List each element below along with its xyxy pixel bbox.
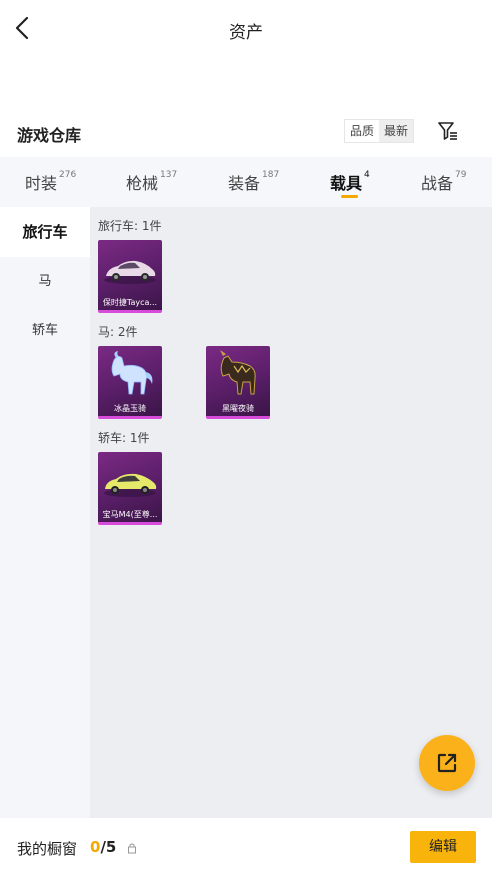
showcase-label: 我的橱窗	[17, 840, 78, 858]
top-bar: 资产	[0, 0, 492, 58]
bmw-m4-image	[104, 473, 157, 497]
tab-count: 4	[364, 170, 370, 180]
sidebar-item-horse[interactable]: 马	[0, 257, 90, 307]
sidebar-item-rv[interactable]: 旅行车	[0, 207, 90, 257]
item-card[interactable]: 黑曜夜骑	[206, 346, 270, 419]
ice-horse-image	[111, 351, 153, 395]
tab-label: 战备	[421, 174, 454, 193]
showcase-bar: 我的橱窗 0/5 编辑	[0, 818, 492, 876]
filter-icon	[438, 122, 457, 140]
tab-label: 装备	[228, 174, 261, 193]
external-link-icon	[437, 753, 457, 773]
warehouse-header: 游戏仓库 品质 最新	[0, 116, 492, 152]
showcase-count: 0/5	[90, 838, 116, 856]
vehicle-list: 旅行车: 1件 保时捷Tayca... 马: 2件 冰晶玉骑 黑曜夜骑 轿车: …	[90, 207, 492, 818]
group-label-sedan: 轿车: 1件	[98, 431, 150, 445]
tab-count: 187	[262, 170, 280, 180]
active-tab-indicator	[341, 195, 358, 198]
tab-equipment[interactable]: 装备 187	[228, 170, 279, 194]
filter-button[interactable]	[437, 120, 459, 142]
page-title: 资产	[229, 23, 263, 43]
sort-latest-button[interactable]: 最新	[379, 120, 414, 142]
tab-count: 79	[455, 170, 467, 180]
tab-vehicles[interactable]: 载具 4	[330, 170, 370, 194]
item-name: 保时捷Tayca...	[102, 298, 158, 307]
item-card[interactable]: 宝马M4(至尊...	[98, 452, 162, 525]
asset-page: 资产 游戏仓库 品质 最新 时装276 枪械137 装备187 载具4	[0, 0, 492, 876]
group-label-rv: 旅行车: 1件	[98, 219, 162, 233]
porsche-taycan-image	[104, 260, 156, 284]
sidebar: 旅行车 马 轿车	[0, 207, 90, 818]
edit-button[interactable]: 编辑	[410, 831, 476, 863]
share-button[interactable]	[419, 735, 475, 791]
lock-icon	[128, 843, 136, 854]
item-name: 宝马M4(至尊...	[102, 510, 158, 519]
tab-count: 137	[160, 170, 178, 180]
item-card[interactable]: 冰晶玉骑	[98, 346, 162, 419]
tab-war-supplies[interactable]: 战备 79	[421, 170, 466, 194]
tab-label: 枪械	[126, 174, 159, 193]
tab-label: 时装	[25, 174, 58, 193]
warehouse-title: 游戏仓库	[17, 126, 82, 145]
item-name: 黑曜夜骑	[222, 404, 254, 413]
tab-fashion[interactable]: 时装 276	[25, 170, 76, 194]
tab-label: 载具	[330, 174, 363, 193]
item-name: 冰晶玉骑	[114, 404, 146, 413]
sort-quality-button[interactable]: 品质	[345, 120, 380, 142]
sort-toggle: 品质 最新	[344, 119, 415, 143]
category-tabs: 时装 276 枪械 137 装备 187 载具 4 战备 79	[0, 157, 492, 207]
group-label-horse: 马: 2件	[98, 325, 138, 339]
item-card[interactable]: 保时捷Tayca...	[98, 240, 162, 313]
tab-count: 276	[59, 170, 77, 180]
obsidian-horse-image	[220, 350, 256, 395]
sidebar-item-sedan[interactable]: 轿车	[0, 306, 90, 356]
showcase-total: /5	[100, 838, 117, 856]
showcase-current: 0	[90, 838, 101, 856]
tab-firearms[interactable]: 枪械 137	[126, 170, 177, 194]
